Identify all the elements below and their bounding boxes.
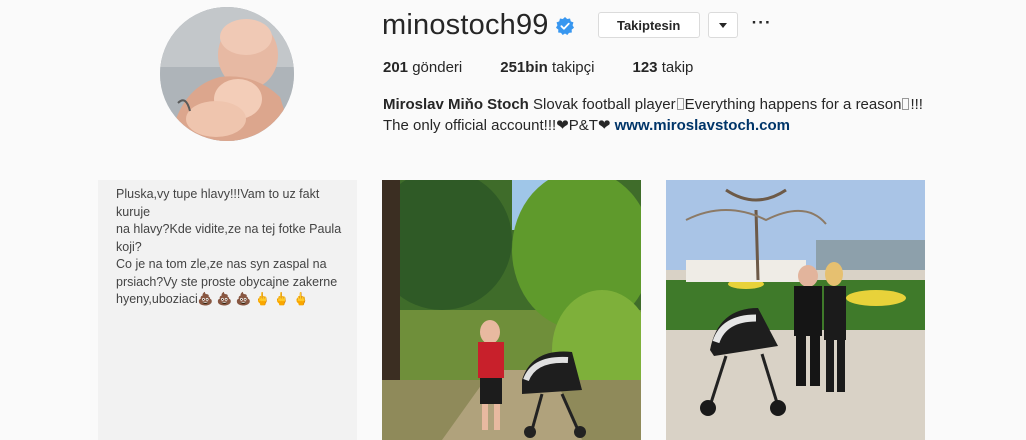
post-text: Pluska,vy tupe hlavy!!!Vam to uz fakt ku… bbox=[116, 187, 342, 306]
missing-glyph-icon bbox=[902, 98, 910, 110]
following-link[interactable]: 123 takip bbox=[632, 59, 693, 76]
verified-badge-icon bbox=[555, 17, 574, 35]
full-name: Miroslav Miňo Stoch bbox=[383, 96, 529, 113]
missing-glyph-icon bbox=[676, 98, 684, 110]
triangle-down-icon bbox=[718, 22, 727, 28]
username: minostoch99 bbox=[382, 8, 549, 41]
more-options-icon[interactable]: ··· bbox=[752, 14, 772, 32]
photo-image bbox=[382, 180, 641, 440]
followers-link[interactable]: 251bin takipçi bbox=[500, 59, 594, 76]
photo-image bbox=[666, 180, 925, 440]
suggestions-dropdown-button[interactable] bbox=[707, 12, 738, 38]
bio-text-2: Everything happens for a reason bbox=[684, 96, 902, 113]
profile-header: minostoch99 Takiptesin ··· bbox=[382, 8, 772, 42]
bio-text-1: Slovak football player bbox=[533, 96, 676, 113]
website-link[interactable]: www.miroslavstoch.com bbox=[615, 117, 790, 134]
profile-avatar[interactable] bbox=[160, 7, 294, 141]
following-button[interactable]: Takiptesin bbox=[597, 12, 700, 38]
post-tile-photo-stroller-park[interactable] bbox=[666, 180, 925, 440]
posts-count: 201 gönderi bbox=[383, 59, 463, 76]
profile-stats: 201 gönderi 251bin takipçi 123 takip bbox=[383, 59, 731, 76]
post-tile-photo-stroller-garden[interactable] bbox=[382, 180, 641, 440]
profile-bio: Miroslav Miňo Stoch Slovak football play… bbox=[383, 94, 923, 136]
post-tile-text[interactable]: Pluska,vy tupe hlavy!!!Vam to uz fakt ku… bbox=[98, 180, 357, 440]
